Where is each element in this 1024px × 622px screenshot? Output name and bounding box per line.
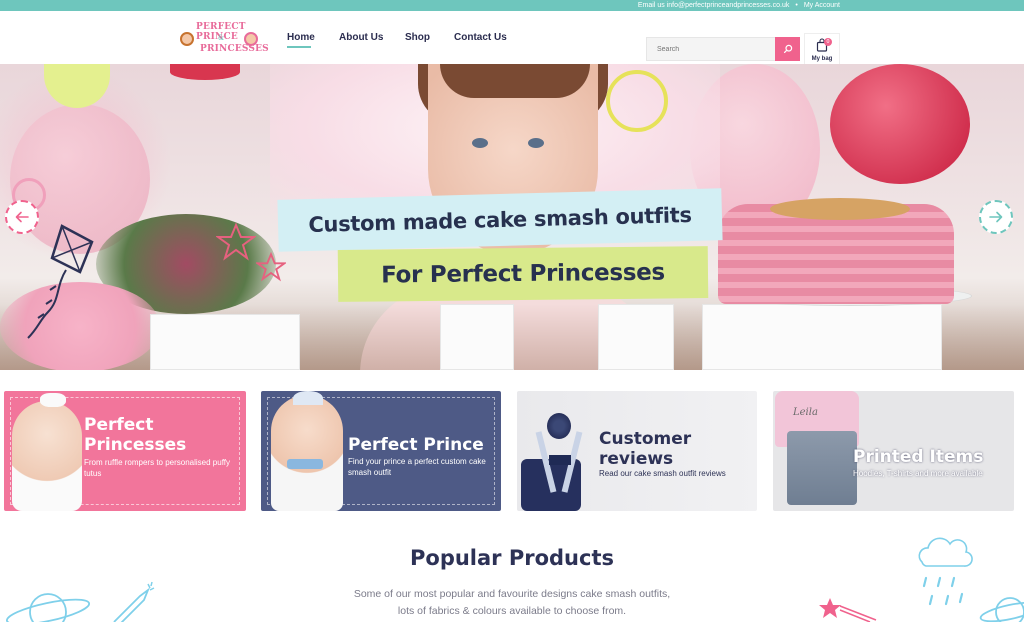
bow-tie-image [287, 459, 323, 469]
section-title: Popular Products [410, 546, 614, 570]
search-bar [646, 37, 800, 61]
planet-doodle-icon [5, 593, 91, 622]
search-input[interactable] [646, 37, 776, 61]
search-icon [783, 44, 792, 54]
logo-amp: & [218, 34, 225, 42]
letter-block-image [440, 304, 514, 370]
slider-next-button[interactable] [979, 200, 1013, 234]
logo-line2: PRINCESSES [200, 44, 269, 54]
top-bar: Email us info@perfectprinceandprincesses… [0, 0, 1024, 11]
my-bag-button[interactable]: 0 My bag [804, 33, 840, 65]
star-doodle-icon [216, 222, 256, 261]
princess-face-icon [244, 32, 258, 46]
search-button[interactable] [775, 37, 800, 61]
tshirt-print-text: Leila [793, 407, 818, 418]
hero-headline: Custom made cake smash outfits [308, 202, 692, 238]
arrow-left-icon [15, 211, 29, 223]
hero-subheadline: For Perfect Princesses [380, 259, 665, 289]
category-description: Find your prince a perfect custom cake s… [348, 457, 486, 477]
baby-girl-image [12, 401, 82, 511]
prince-face-icon [180, 32, 194, 46]
cake-crumbs-image [770, 198, 910, 220]
letter-block-image [598, 304, 674, 370]
hero-slider: Custom made cake smash outfits For Perfe… [0, 64, 1024, 370]
nav-home[interactable]: Home [287, 32, 327, 48]
slider-prev-button[interactable] [5, 200, 39, 234]
category-title: Printed Items [853, 447, 984, 467]
bow-tie-image [549, 455, 571, 465]
my-bag-label: My bag [811, 56, 833, 62]
bag-count-badge: 0 [824, 38, 832, 46]
hero-subheadline-banner: For Perfect Princesses [337, 246, 709, 302]
email-link[interactable]: Email us info@perfectprinceandprincesses… [638, 2, 789, 9]
category-description: Read our cake smash outfit reviews [599, 469, 726, 478]
category-title: Perfect Prince [348, 435, 484, 455]
yellow-ring-deco [606, 70, 668, 132]
kite-doodle-icon [27, 224, 94, 339]
planet-doodle-icon [979, 597, 1024, 622]
top-links: Email us info@perfectprinceandprincesses… [638, 0, 840, 11]
red-balloon-image [830, 64, 970, 184]
baby-boy-image [271, 395, 343, 511]
baby-eye-image [528, 138, 544, 148]
category-card-princesses[interactable]: Perfect Princesses From ruffle rompers t… [4, 391, 246, 511]
baby-eye-image [472, 138, 488, 148]
site-header: PERFECT PRINCE & PRINCESSES Home About U… [0, 11, 1024, 65]
arrow-right-icon [989, 211, 1003, 223]
party-hat-image [547, 413, 571, 439]
category-description: From ruffle rompers to personalised puff… [84, 458, 230, 478]
logo[interactable]: PERFECT PRINCE & PRINCESSES [178, 18, 269, 62]
hair-bow-image [40, 393, 66, 407]
category-description: Hoodies, T-shirts and more available [853, 469, 983, 478]
my-account-link[interactable]: My Account [804, 2, 840, 9]
hero-headline-banner: Custom made cake smash outfits [277, 188, 723, 252]
separator: • [795, 2, 798, 9]
category-card-prince[interactable]: Perfect Prince Find your prince a perfec… [261, 391, 501, 511]
nav-shop[interactable]: Shop [405, 32, 430, 43]
baby-hair-image [440, 64, 590, 98]
star-doodle-icon [256, 252, 286, 282]
outfit-image [521, 413, 597, 511]
cake-board-image [702, 304, 942, 370]
rocket-doodle-icon [113, 581, 155, 622]
jeans-image [787, 431, 857, 505]
red-balloon-image [170, 64, 240, 80]
category-card-reviews[interactable]: Customer reviews Read our cake smash out… [517, 391, 757, 511]
nav-contact-us[interactable]: Contact Us [454, 32, 507, 43]
nav-about-us[interactable]: About Us [339, 32, 383, 43]
shooting-star-icon [819, 598, 877, 622]
category-card-printed[interactable]: Leila Printed Items Hoodies, T-shirts an… [773, 391, 1014, 511]
party-hat-image [293, 391, 323, 405]
category-title: Customer reviews [599, 429, 692, 469]
cloud-rain-doodle-icon [918, 537, 973, 606]
category-title: Perfect Princesses [84, 415, 187, 455]
letter-block-image [150, 314, 300, 370]
